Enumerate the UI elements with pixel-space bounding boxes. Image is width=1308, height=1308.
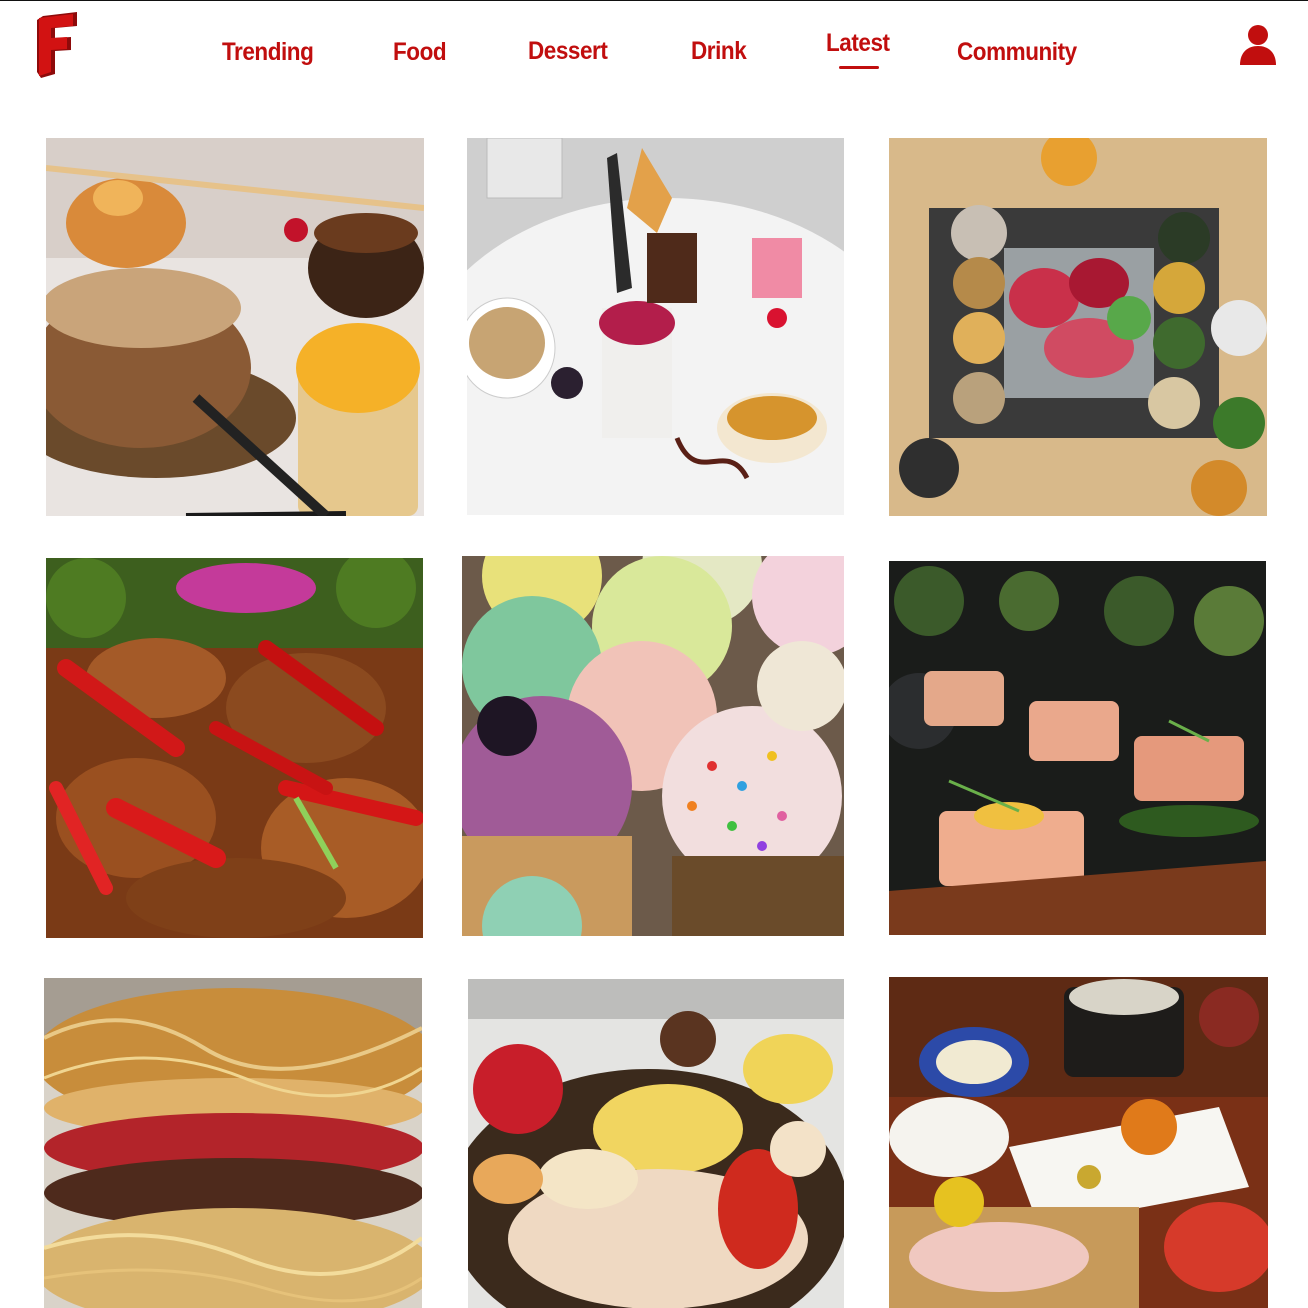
photo-tile[interactable] bbox=[46, 138, 424, 516]
lobster-benedict-photo bbox=[468, 979, 844, 1308]
top-divider bbox=[0, 0, 1308, 1]
photo-tile[interactable] bbox=[46, 558, 423, 938]
photo-tile[interactable] bbox=[44, 978, 422, 1308]
cupcakes-photo bbox=[462, 556, 844, 936]
noodle-burger-photo bbox=[44, 978, 422, 1308]
user-icon[interactable] bbox=[1239, 24, 1277, 66]
nav-item-food[interactable]: Food bbox=[393, 38, 447, 67]
bbq-photo bbox=[889, 138, 1267, 516]
salmon-photo bbox=[889, 561, 1266, 935]
nav-item-dessert[interactable]: Dessert bbox=[528, 37, 608, 66]
photo-tile[interactable] bbox=[889, 138, 1267, 516]
active-nav-indicator bbox=[839, 66, 879, 69]
nav-item-community[interactable]: Community bbox=[957, 38, 1077, 67]
chili-chicken-photo bbox=[46, 558, 423, 938]
photo-tile[interactable] bbox=[467, 138, 844, 515]
photo-tile[interactable] bbox=[462, 556, 844, 936]
brand-logo[interactable] bbox=[33, 12, 79, 78]
kaiseki-photo bbox=[889, 977, 1268, 1308]
nav-item-latest[interactable]: Latest bbox=[826, 29, 890, 58]
nav-item-trending[interactable]: Trending bbox=[222, 38, 314, 67]
page: Trending Food Dessert Drink Latest Commu… bbox=[0, 0, 1308, 1308]
dessert-photo bbox=[46, 138, 424, 516]
nav-item-drink[interactable]: Drink bbox=[691, 37, 747, 66]
photo-tile[interactable] bbox=[889, 977, 1268, 1308]
dessert-photo bbox=[467, 138, 844, 515]
photo-tile[interactable] bbox=[889, 561, 1266, 935]
photo-tile[interactable] bbox=[468, 979, 844, 1308]
